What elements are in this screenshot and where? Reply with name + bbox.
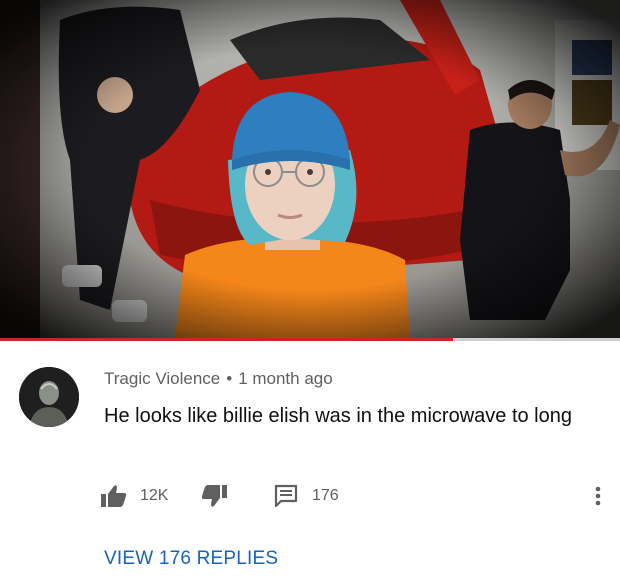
more-vert-icon — [595, 486, 601, 506]
reply-button[interactable] — [274, 481, 298, 511]
thumbs-up-icon — [101, 485, 127, 507]
more-options-button[interactable] — [592, 481, 604, 511]
thumbs-down-icon — [202, 485, 227, 507]
comment-icon — [274, 484, 298, 508]
comment-actions: 12K 176 — [100, 481, 620, 511]
comment-meta: Tragic Violence • 1 month ago — [104, 369, 333, 389]
avatar[interactable] — [19, 367, 79, 427]
video-thumbnail[interactable] — [0, 0, 620, 338]
comment-text: He looks like billie elish was in the mi… — [104, 405, 572, 427]
comment-author[interactable]: Tragic Violence — [104, 369, 220, 388]
comment-timestamp[interactable]: 1 month ago — [238, 369, 333, 388]
video-frame-image — [0, 0, 620, 338]
view-replies-link[interactable]: VIEW 176 REPLIES — [104, 548, 278, 570]
reply-count: 176 — [312, 487, 339, 504]
like-button[interactable] — [100, 481, 128, 511]
avatar-image — [19, 367, 79, 427]
comment-card: Tragic Violence • 1 month ago He looks lik… — [0, 341, 620, 587]
meta-separator: • — [226, 369, 233, 388]
dislike-button[interactable] — [202, 481, 228, 511]
like-count: 12K — [140, 487, 169, 504]
